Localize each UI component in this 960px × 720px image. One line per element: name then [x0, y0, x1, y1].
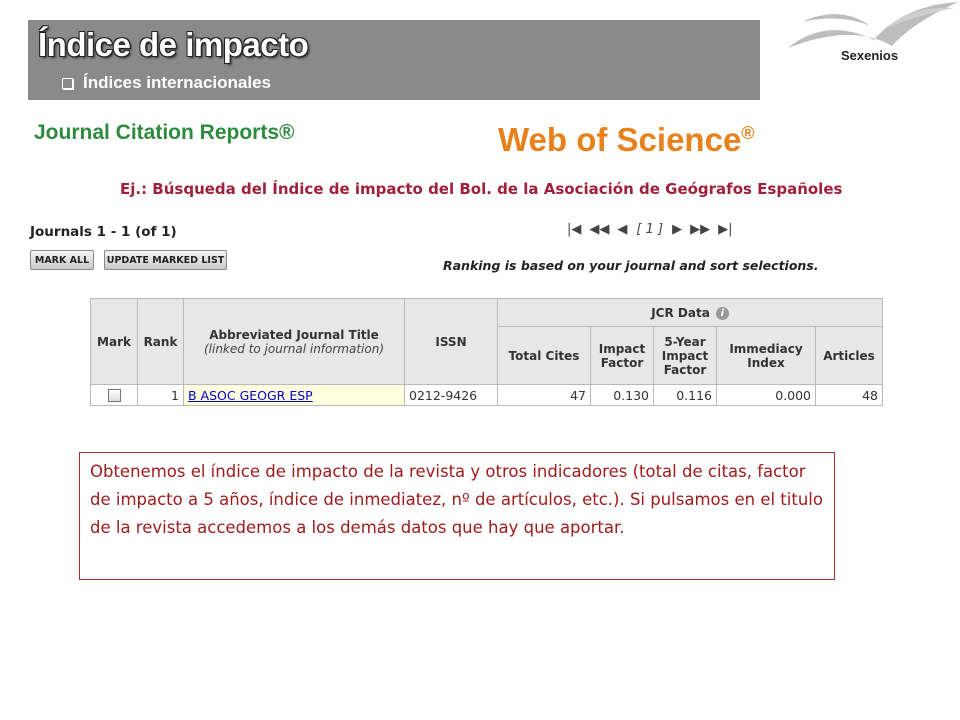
first-page-icon[interactable]: |◀: [567, 222, 581, 237]
table-row: 1 B ASOC GEOGR ESP 0212-9426 47 0.130 0.…: [90, 384, 883, 406]
example-caption: Ej.: Búsqueda del Índice de impacto del …: [120, 180, 843, 198]
col-total-cites-header[interactable]: Total Cites: [497, 326, 591, 385]
wos-logo: Web of Science®: [498, 121, 755, 159]
total-cites-cell: 47: [497, 384, 591, 406]
journal-title-link[interactable]: B ASOC GEOGR ESP: [188, 388, 313, 403]
jcr-results-table: Mark Rank Abbreviated Journal Title (lin…: [90, 298, 883, 406]
immediacy-cell: 0.000: [716, 384, 816, 406]
explanation-note: Obtenemos el índice de impacto de la rev…: [79, 452, 835, 580]
wos-logo-text: Web of Science: [498, 121, 742, 158]
col-rank-header: Rank: [137, 298, 184, 385]
results-count: Journals 1 - 1 (of 1): [30, 224, 177, 240]
page-subtitle: Índices internacionales: [83, 73, 272, 92]
articles-cell: 48: [815, 384, 883, 406]
page-indicator: [ 1 ]: [636, 222, 664, 237]
subtitle-row: Índices internacionales: [62, 73, 271, 93]
back-ten-pages-icon[interactable]: ◀◀: [589, 222, 609, 237]
jcr-logo: Journal Citation Reports®: [34, 121, 295, 144]
next-page-icon[interactable]: ▶: [672, 222, 682, 237]
page-title: Índice de impacto: [38, 26, 309, 63]
wos-registered-mark: ®: [741, 123, 755, 143]
col-title-label: Abbreviated Journal Title: [209, 327, 379, 342]
col-five-year-header[interactable]: 5-Year Impact Factor: [653, 326, 717, 385]
col-title-note: (linked to journal information): [203, 341, 385, 356]
book-logo-icon: [788, 2, 958, 48]
impact-factor-cell: 0.130: [590, 384, 654, 406]
pagination: |◀ ◀◀ ◀ [ 1 ] ▶ ▶▶ ▶|: [563, 222, 736, 237]
mark-cell: [90, 384, 138, 406]
checkbox-bullet-icon: [62, 77, 73, 89]
previous-page-icon[interactable]: ◀: [617, 222, 627, 237]
jcr-data-label: JCR Data: [651, 305, 710, 320]
rank-cell: 1: [137, 384, 184, 406]
header-banner: Índice de impacto Índices internacionale…: [28, 20, 760, 100]
col-issn-header: ISSN: [404, 298, 498, 385]
five-year-cell: 0.116: [653, 384, 717, 406]
title-cell: B ASOC GEOGR ESP: [183, 384, 405, 406]
update-marked-list-button[interactable]: UPDATE MARKED LIST: [104, 250, 227, 270]
col-articles-header[interactable]: Articles: [815, 326, 883, 385]
col-impact-factor-header[interactable]: Impact Factor: [590, 326, 654, 385]
mark-all-button[interactable]: MARK ALL: [30, 250, 94, 270]
mark-checkbox[interactable]: [107, 388, 121, 402]
last-page-icon[interactable]: ▶|: [718, 222, 732, 237]
col-mark-header: Mark: [90, 298, 138, 385]
jcr-data-group-header: JCR Data i: [497, 298, 883, 327]
col-immediacy-header[interactable]: Immediacy Index: [716, 326, 816, 385]
issn-cell: 0212-9426: [404, 384, 498, 406]
col-title-header: Abbreviated Journal Title (linked to jou…: [183, 298, 405, 385]
ranking-note: Ranking is based on your journal and sor…: [443, 258, 819, 273]
forward-ten-pages-icon[interactable]: ▶▶: [690, 222, 710, 237]
info-icon[interactable]: i: [715, 306, 729, 320]
sexenios-logo-label: Sexenios: [841, 48, 899, 63]
